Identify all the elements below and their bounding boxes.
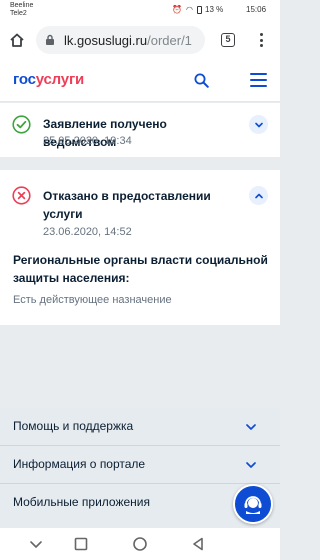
status-card-received: Заявление получено ведомством 25.05.2020… xyxy=(0,103,280,157)
chevron-up-icon xyxy=(254,193,263,198)
search-icon[interactable] xyxy=(194,73,209,88)
expand-button[interactable] xyxy=(249,115,268,134)
address-bar[interactable]: lk.gosuslugi.ru/order/1 xyxy=(36,26,205,54)
back-icon[interactable] xyxy=(190,536,206,552)
clock: 15:06 xyxy=(246,5,267,14)
menu-icon[interactable] xyxy=(250,73,267,87)
browser-toolbar: lk.gosuslugi.ru/order/1 5 xyxy=(0,20,280,60)
status-date: 25.05.2020, 19:34 xyxy=(43,135,132,147)
chevron-down-icon xyxy=(254,122,263,127)
logo[interactable]: госуслуги xyxy=(13,71,84,88)
home-button-icon[interactable] xyxy=(132,536,148,552)
home-icon[interactable] xyxy=(9,32,25,48)
status-bar: Beeline Tele2 ⏰ ◠ 13 % 15:06 xyxy=(0,0,280,20)
status-card-rejected: Отказано в предоставлении услуги 23.06.2… xyxy=(0,170,280,325)
footer-item-help[interactable]: Помощь и поддержка xyxy=(0,408,280,446)
carrier-names: Beeline Tele2 xyxy=(10,2,33,18)
logo-part-2: услуги xyxy=(35,71,85,88)
url-path: /order/1 xyxy=(147,32,192,48)
footer-item-label: Помощь и поддержка xyxy=(13,419,134,433)
x-circle-icon xyxy=(12,186,31,205)
organization-note: Есть действующее назначение xyxy=(13,294,172,306)
footer-item-label: Информация о портале xyxy=(13,457,146,471)
status-date: 23.06.2020, 14:52 xyxy=(43,226,132,238)
footer-item-label: Мобильные приложения xyxy=(13,495,150,509)
site-header: госуслуги xyxy=(0,60,280,102)
url-host: lk.gosuslugi.ru xyxy=(64,32,148,48)
logo-part-1: гос xyxy=(13,71,36,88)
carrier-1: Beeline xyxy=(10,2,34,9)
more-menu-icon[interactable] xyxy=(257,31,265,49)
lock-icon xyxy=(46,34,54,45)
wifi-icon: ◠ xyxy=(185,5,193,14)
carrier-2: Tele2 xyxy=(10,10,27,17)
alarm-icon: ⏰ xyxy=(172,5,182,14)
system-nav-bar xyxy=(0,528,280,560)
footer-item-about[interactable]: Информация о портале xyxy=(0,446,280,484)
collapse-button[interactable] xyxy=(249,186,268,205)
support-chat-button[interactable] xyxy=(233,484,273,524)
battery-icon xyxy=(196,5,202,14)
battery-percent: 13 % xyxy=(205,5,224,14)
check-circle-icon xyxy=(12,115,31,134)
status-icons: ⏰ ◠ xyxy=(172,5,202,14)
organization-title: Региональные органы власти социальной за… xyxy=(13,253,268,285)
chevron-down-icon[interactable] xyxy=(28,536,44,552)
status-title: Отказано в предоставлении услуги xyxy=(43,189,211,221)
chevron-down-icon xyxy=(246,462,256,468)
tabs-icon[interactable]: 5 xyxy=(221,33,235,47)
recents-icon[interactable] xyxy=(73,536,89,552)
support-agent-icon xyxy=(244,496,262,514)
chevron-down-icon xyxy=(246,424,256,430)
